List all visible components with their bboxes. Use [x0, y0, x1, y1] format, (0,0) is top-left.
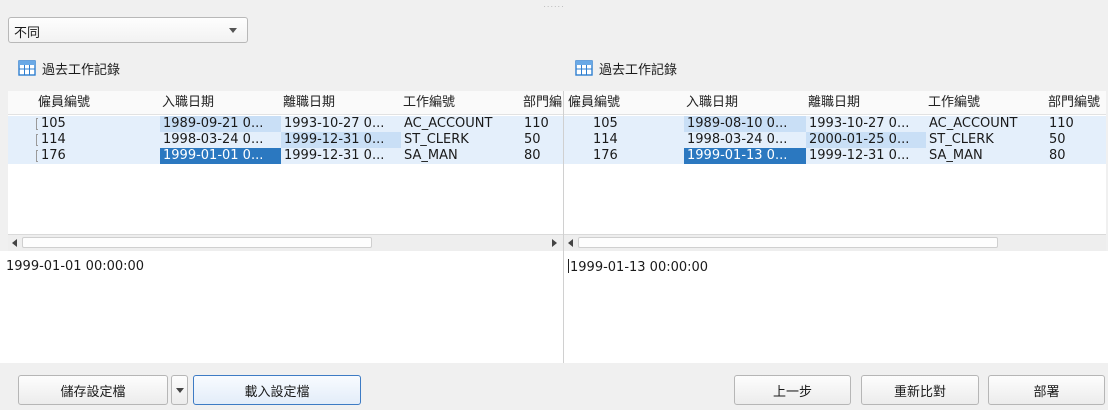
column-header[interactable]: 部門編號 — [1046, 91, 1106, 114]
cell-start-date-selected[interactable]: 1999-01-13 0... — [684, 148, 806, 164]
cell-start-date[interactable]: 1989-08-10 0... — [684, 116, 806, 132]
previous-step-label: 上一步 — [772, 384, 812, 400]
table-icon — [575, 60, 593, 76]
cell-employee-id[interactable]: 105 — [38, 116, 160, 132]
deploy-button[interactable]: 部署 — [988, 375, 1105, 405]
right-section-title: 過去工作記錄 — [575, 58, 677, 78]
right-table-name: 過去工作記錄 — [599, 62, 678, 78]
text-caret — [568, 259, 569, 273]
load-profile-label: 載入設定檔 — [244, 384, 310, 400]
right-data-grid[interactable]: 僱員編號 入職日期 離職日期 工作編號 部門編號 105 1989-08-10 … — [564, 91, 1106, 251]
recompare-label: 重新比對 — [893, 384, 946, 400]
cell-department-id[interactable]: 50 — [521, 132, 563, 148]
column-header[interactable]: 僱員編號 — [566, 91, 684, 114]
cell-employee-id[interactable]: 176 — [590, 148, 684, 164]
save-profile-label: 儲存設定檔 — [60, 384, 126, 400]
column-header[interactable]: 離職日期 — [281, 91, 401, 114]
table-row[interactable]: 114 1998-03-24 0... 1999-12-31 0... ST_C… — [8, 132, 563, 148]
scroll-right-icon[interactable] — [552, 239, 557, 247]
cell-department-id[interactable]: 50 — [1046, 132, 1106, 148]
cell-department-id[interactable]: 80 — [521, 148, 563, 164]
cell-job-id[interactable]: AC_ACCOUNT — [401, 116, 521, 132]
left-horizontal-scrollbar[interactable] — [8, 234, 563, 251]
cell-job-id[interactable]: AC_ACCOUNT — [926, 116, 1046, 132]
column-header[interactable]: 工作編號 — [926, 91, 1046, 114]
cell-start-date[interactable]: 1998-03-24 0... — [160, 132, 281, 148]
cell-employee-id[interactable]: 114 — [38, 132, 160, 148]
diff-filter-value: 不同 — [14, 26, 41, 41]
left-section-title: 過去工作記錄 — [18, 58, 120, 78]
cell-end-date[interactable]: 1999-12-31 0... — [281, 148, 401, 164]
chevron-down-icon — [175, 387, 184, 393]
cell-end-date[interactable]: 1993-10-27 0... — [806, 116, 926, 132]
save-profile-button[interactable]: 儲存設定檔 — [18, 375, 168, 405]
table-row[interactable]: 105 1989-08-10 0... 1993-10-27 0... AC_A… — [564, 116, 1106, 132]
table-row[interactable]: 176 1999-01-13 0... 1999-12-31 0... SA_M… — [564, 148, 1106, 164]
cell-end-date[interactable]: 1999-12-31 0... — [806, 148, 926, 164]
column-header[interactable]: 工作編號 — [401, 91, 521, 114]
cell-start-date[interactable]: 1998-03-24 0... — [684, 132, 806, 148]
cell-department-id[interactable]: 80 — [1046, 148, 1106, 164]
previous-step-button[interactable]: 上一步 — [734, 375, 851, 405]
left-value-viewer[interactable]: 1999-01-01 00:00:00 — [0, 251, 563, 363]
diff-filter-dropdown[interactable]: 不同 — [8, 17, 248, 43]
scroll-left-icon[interactable] — [568, 239, 573, 247]
scroll-left-icon[interactable] — [12, 239, 17, 247]
column-header[interactable]: 部門編 — [521, 91, 563, 114]
right-horizontal-scrollbar[interactable] — [564, 234, 1106, 251]
cell-start-date[interactable]: 1989-09-21 0... — [160, 116, 281, 132]
left-table-name: 過去工作記錄 — [42, 62, 121, 78]
splitter-grip[interactable]: ...... — [534, 1, 574, 9]
cell-employee-id[interactable]: 105 — [590, 116, 684, 132]
cell-job-id[interactable]: SA_MAN — [401, 148, 521, 164]
scrollbar-thumb[interactable] — [578, 237, 998, 248]
cell-job-id[interactable]: ST_CLERK — [926, 132, 1046, 148]
save-profile-menu-button[interactable] — [171, 375, 188, 405]
cell-end-date[interactable]: 2000-01-25 0... — [806, 132, 926, 148]
cell-employee-id[interactable]: 176 — [38, 148, 160, 164]
right-value-text: 1999-01-13 00:00:00 — [570, 260, 709, 275]
column-header[interactable]: 僱員編號 — [36, 91, 160, 114]
cell-start-date-selected[interactable]: 1999-01-01 0... — [160, 148, 281, 164]
right-value-viewer[interactable]: 1999-01-13 00:00:00 — [564, 251, 1108, 363]
deploy-label: 部署 — [1033, 384, 1060, 400]
cell-end-date[interactable]: 1993-10-27 0... — [281, 116, 401, 132]
left-value-text: 1999-01-01 00:00:00 — [6, 259, 145, 274]
left-data-grid[interactable]: 僱員編號 入職日期 離職日期 工作編號 部門編 105 1989-09-21 0… — [8, 91, 563, 251]
cell-department-id[interactable]: 110 — [521, 116, 563, 132]
scrollbar-thumb[interactable] — [22, 237, 372, 248]
right-value-text-wrap: 1999-01-13 00:00:00 — [568, 259, 708, 275]
chevron-down-icon — [229, 28, 237, 33]
cell-department-id[interactable]: 110 — [1046, 116, 1106, 132]
cell-job-id[interactable]: SA_MAN — [926, 148, 1046, 164]
cell-employee-id[interactable]: 114 — [590, 132, 684, 148]
column-header[interactable]: 入職日期 — [684, 91, 806, 114]
column-header[interactable]: 離職日期 — [806, 91, 926, 114]
right-grid-header: 僱員編號 入職日期 離職日期 工作編號 部門編號 — [564, 91, 1106, 115]
table-icon — [18, 60, 36, 76]
table-row[interactable]: 114 1998-03-24 0... 2000-01-25 0... ST_C… — [564, 132, 1106, 148]
load-profile-button[interactable]: 載入設定檔 — [193, 375, 361, 405]
left-grid-header: 僱員編號 入職日期 離職日期 工作編號 部門編 — [8, 91, 563, 115]
cell-end-date[interactable]: 1999-12-31 0... — [281, 132, 401, 148]
recompare-button[interactable]: 重新比對 — [861, 375, 979, 405]
table-row[interactable]: 105 1989-09-21 0... 1993-10-27 0... AC_A… — [8, 116, 563, 132]
cell-job-id[interactable]: ST_CLERK — [401, 132, 521, 148]
table-row[interactable]: 176 1999-01-01 0... 1999-12-31 0... SA_M… — [8, 148, 563, 164]
column-header[interactable]: 入職日期 — [160, 91, 281, 114]
